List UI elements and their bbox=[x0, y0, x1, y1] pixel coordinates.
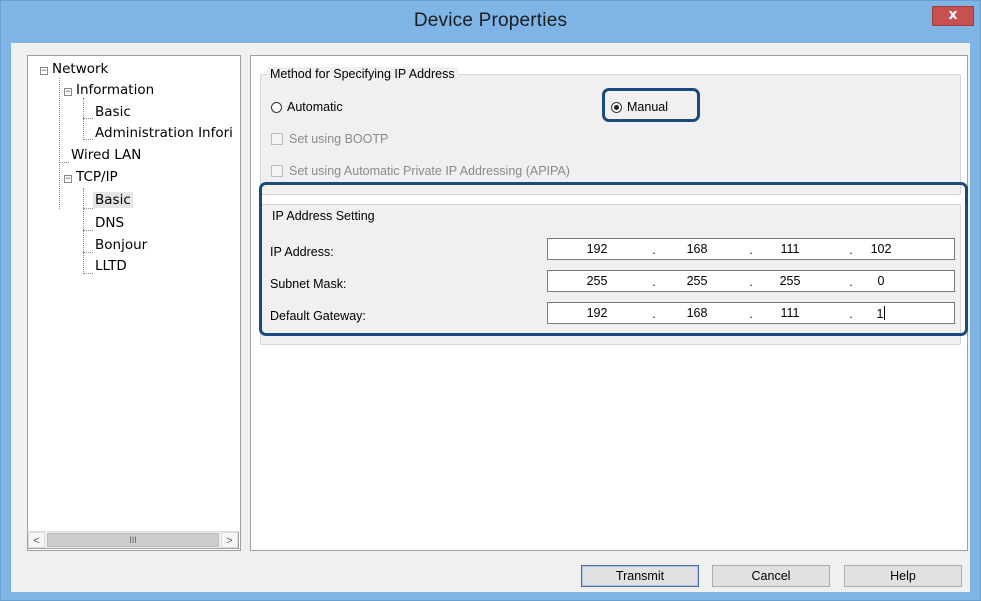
device-properties-window: Device Properties x − Network − Informat… bbox=[0, 0, 981, 601]
tree-item-dns[interactable]: DNS bbox=[95, 215, 124, 231]
tree-item-network[interactable]: Network bbox=[52, 61, 108, 77]
help-button[interactable]: Help bbox=[844, 565, 962, 587]
method-group-title: Method for Specifying IP Address bbox=[267, 67, 458, 81]
dialog-client-area: − Network − Information Basic Administra… bbox=[11, 43, 970, 592]
apipa-checkbox[interactable]: Set using Automatic Private IP Addressin… bbox=[271, 164, 570, 178]
tree-item-information-basic[interactable]: Basic bbox=[95, 104, 131, 120]
tree-item-information[interactable]: Information bbox=[76, 82, 154, 98]
transmit-button[interactable]: Transmit bbox=[581, 565, 699, 587]
tree-connector bbox=[59, 162, 69, 163]
title-bar[interactable]: Device Properties x bbox=[1, 1, 980, 43]
scroll-right-icon[interactable]: > bbox=[221, 532, 238, 548]
navigation-tree: − Network − Information Basic Administra… bbox=[27, 55, 241, 551]
ip-setting-highlight-frame bbox=[259, 182, 968, 336]
collapse-icon[interactable]: − bbox=[64, 174, 72, 183]
tree-item-wired-lan[interactable]: Wired LAN bbox=[71, 147, 141, 163]
tree-item-lltd[interactable]: LLTD bbox=[95, 258, 127, 274]
tree-connector bbox=[83, 98, 84, 140]
apipa-label: Set using Automatic Private IP Addressin… bbox=[289, 164, 570, 178]
settings-panel: Method for Specifying IP Address Automat… bbox=[250, 55, 968, 551]
bootp-checkbox[interactable]: Set using BOOTP bbox=[271, 132, 388, 146]
collapse-icon[interactable]: − bbox=[64, 87, 72, 96]
scroll-left-icon[interactable]: < bbox=[28, 532, 45, 548]
tree-connector bbox=[83, 252, 93, 253]
tree-connector bbox=[83, 273, 93, 274]
radio-unchecked-icon bbox=[271, 101, 282, 113]
tree-item-tcpip-basic[interactable]: Basic bbox=[93, 192, 133, 208]
tree-connector bbox=[83, 208, 93, 209]
tree-item-administration-information[interactable]: Administration Infori bbox=[95, 125, 233, 141]
collapse-icon[interactable]: − bbox=[40, 66, 48, 75]
close-button[interactable]: x bbox=[932, 6, 974, 26]
manual-highlight-frame bbox=[602, 88, 700, 122]
tree-connector bbox=[83, 188, 84, 274]
cancel-button[interactable]: Cancel bbox=[712, 565, 830, 587]
tree-connector bbox=[83, 139, 93, 140]
tree-item-bonjour[interactable]: Bonjour bbox=[95, 237, 147, 253]
automatic-label: Automatic bbox=[287, 100, 343, 114]
checkbox-icon bbox=[271, 165, 283, 177]
window-title: Device Properties bbox=[413, 10, 568, 31]
automatic-radio[interactable]: Automatic bbox=[271, 100, 343, 114]
tree-connector bbox=[83, 118, 93, 119]
scroll-thumb[interactable]: III bbox=[47, 533, 219, 547]
bootp-label: Set using BOOTP bbox=[289, 132, 389, 146]
tree-horizontal-scrollbar[interactable]: < III > bbox=[27, 531, 239, 549]
tree-connector bbox=[59, 78, 60, 209]
checkbox-icon bbox=[271, 133, 283, 145]
tree-item-tcpip[interactable]: TCP/IP bbox=[76, 169, 118, 185]
tree-connector bbox=[83, 230, 93, 231]
